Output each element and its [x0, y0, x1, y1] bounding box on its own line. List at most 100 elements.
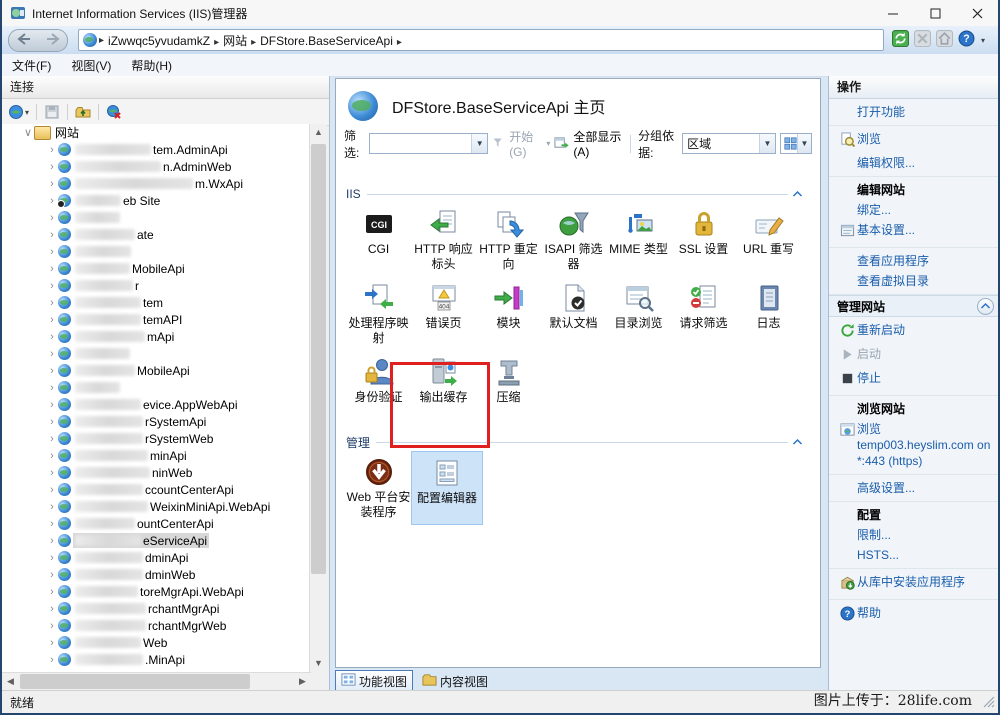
maximize-button[interactable]	[914, 0, 956, 26]
collapse-section-icon[interactable]	[788, 187, 806, 201]
action-label[interactable]: 查看虚拟目录	[857, 273, 929, 289]
expand-icon[interactable]: ›	[46, 280, 58, 292]
tree-site-item[interactable]: › dminApi	[2, 549, 311, 566]
show-all-button[interactable]: 全部显示(A)	[573, 128, 623, 159]
expand-icon[interactable]: ›	[46, 212, 58, 224]
feature-handler-mappings[interactable]: 处理程序映射	[346, 277, 411, 351]
action-label[interactable]: 基本设置...	[857, 222, 915, 238]
tab-content-view[interactable]: 内容视图	[417, 671, 493, 691]
restart-site-icon[interactable]	[892, 30, 909, 50]
action-link[interactable]: 限制...	[829, 525, 1000, 545]
expand-icon[interactable]: ›	[46, 603, 58, 615]
action-label[interactable]: 编辑权限...	[857, 155, 915, 171]
tree-site-item[interactable]: › evice.AppWebApi	[2, 396, 311, 413]
tree-site-item[interactable]: ›	[2, 243, 311, 260]
action-browse[interactable]: 浏览	[829, 129, 1000, 153]
tree-horizontal-scrollbar[interactable]: ◀ ▶	[2, 672, 311, 690]
action-label[interactable]: 停止	[857, 370, 881, 386]
expand-icon[interactable]: ›	[46, 178, 58, 190]
feature-authentication[interactable]: 身份验证	[346, 351, 411, 425]
tree-site-item[interactable]: › dminWeb	[2, 566, 311, 583]
tree-site-item[interactable]: › ninWeb	[2, 464, 311, 481]
feature-isapi-filters[interactable]: ISAPI 筛选器	[541, 203, 606, 277]
tree-vscroll-thumb[interactable]	[311, 144, 326, 574]
close-button[interactable]	[956, 0, 998, 26]
feature-http-response-headers[interactable]: HTTP 响应标头	[411, 203, 476, 277]
feature-output-caching[interactable]: 输出缓存	[411, 351, 476, 425]
breadcrumb-item[interactable]: DFStore.BaseServiceApi	[260, 34, 393, 48]
action-label[interactable]: 绑定...	[857, 202, 891, 218]
expand-icon[interactable]: ›	[46, 331, 58, 343]
expand-icon[interactable]: ›	[46, 246, 58, 258]
tree-site-item[interactable]: › tem.AdminApi	[2, 141, 311, 158]
group-by-combobox[interactable]: 区域▼	[682, 133, 776, 154]
tree-site-item[interactable]: › m.WxApi	[2, 175, 311, 192]
action-help[interactable]: ? 帮助	[829, 603, 1000, 627]
expand-icon[interactable]: ›	[46, 586, 58, 598]
expand-icon[interactable]: ›	[46, 535, 58, 547]
feature-directory-browsing[interactable]: 目录浏览	[606, 277, 671, 351]
group-by-dropdown-icon[interactable]: ▼	[759, 134, 775, 153]
feature-error-pages[interactable]: 404错误页	[411, 277, 476, 351]
expand-icon[interactable]: ›	[46, 348, 58, 360]
forward-button[interactable]	[46, 33, 60, 48]
feature-http-redirect[interactable]: HTTP 重定向	[476, 203, 541, 277]
tree-site-item[interactable]: › toreMgrApi.WebApi	[2, 583, 311, 600]
action-link[interactable]: 编辑权限...	[829, 153, 1000, 173]
action-link[interactable]: HSTS...	[829, 545, 1000, 565]
feature-default-document[interactable]: 默认文档	[541, 277, 606, 351]
action-label[interactable]: 打开功能	[857, 104, 905, 120]
action-label[interactable]: 限制...	[857, 527, 891, 543]
scroll-left-icon[interactable]: ◀	[2, 673, 19, 690]
tree-site-item[interactable]: › minApi	[2, 447, 311, 464]
tree-site-item[interactable]: › ccountCenterApi	[2, 481, 311, 498]
action-link[interactable]: 打开功能	[829, 102, 1000, 122]
tree-site-item[interactable]: › eServiceApi	[2, 532, 311, 549]
tree-site-item[interactable]: › MobileApi	[2, 362, 311, 379]
tree-site-item[interactable]: › r	[2, 277, 311, 294]
menu-item[interactable]: 视图(V)	[61, 57, 121, 74]
delete-connection-button[interactable]	[104, 103, 124, 121]
expand-icon[interactable]: ›	[46, 297, 58, 309]
action-label[interactable]: 帮助	[857, 605, 881, 621]
view-switch-button[interactable]: ▼	[780, 133, 812, 154]
tree-site-item[interactable]: › rchantMgrWeb	[2, 617, 311, 634]
go-dropdown-icon[interactable]: ▾	[546, 139, 550, 148]
tree-site-item[interactable]: › mApi	[2, 328, 311, 345]
tree-site-item[interactable]: › .MinApi	[2, 651, 311, 668]
menu-item[interactable]: 帮助(H)	[121, 57, 182, 74]
action-install[interactable]: 从库中安装应用程序	[829, 572, 1000, 596]
feature-mime-types[interactable]: MIME 类型	[606, 203, 671, 277]
tree-site-item[interactable]: ›	[2, 345, 311, 362]
feature-compression[interactable]: 压缩	[476, 351, 541, 425]
scroll-up-icon[interactable]: ▲	[310, 124, 327, 141]
tree-site-item[interactable]: › ountCenterApi	[2, 515, 311, 532]
tab-features-view[interactable]: 功能视图	[335, 670, 413, 692]
action-label[interactable]: 启动	[857, 346, 881, 362]
expand-icon[interactable]: ›	[46, 501, 58, 513]
scroll-down-icon[interactable]: ▼	[310, 655, 327, 672]
expand-icon[interactable]: ›	[46, 552, 58, 564]
feature-configuration-editor[interactable]: 配置编辑器	[411, 451, 483, 525]
breadcrumb-item[interactable]: 网站	[223, 34, 247, 48]
action-stop[interactable]: 停止	[829, 368, 1000, 392]
expand-icon[interactable]: ›	[46, 263, 58, 275]
filter-dropdown-icon[interactable]: ▼	[471, 134, 487, 153]
feature-web-platform-installer[interactable]: Web 平台安装程序	[346, 451, 411, 525]
tree-site-item[interactable]: › Web	[2, 634, 311, 651]
action-label[interactable]: 查看应用程序	[857, 253, 929, 269]
action-label[interactable]: 浏览	[857, 131, 881, 147]
feature-request-filtering[interactable]: 请求筛选	[671, 277, 736, 351]
action-label[interactable]: 浏览 temp003.heyslim.com on *:443 (https)	[857, 421, 996, 469]
tree-site-item[interactable]: › MobileApi	[2, 260, 311, 277]
action-browse-site[interactable]: 浏览 temp003.heyslim.com on *:443 (https)	[829, 419, 1000, 471]
action-label[interactable]: 重新启动	[857, 322, 905, 338]
help-dropdown-icon[interactable]: ▾	[981, 36, 985, 45]
action-label[interactable]: 从库中安装应用程序	[857, 574, 965, 590]
tree-site-item[interactable]: › rSystemApi	[2, 413, 311, 430]
expand-icon[interactable]: ›	[46, 433, 58, 445]
action-link[interactable]: 查看应用程序	[829, 251, 1000, 271]
address-breadcrumb-input[interactable]: ▸ iZwwqc5yvudamkZ▸网站▸DFStore.BaseService…	[78, 29, 884, 51]
action-basic-settings[interactable]: 基本设置...	[829, 220, 1000, 244]
tree-site-item[interactable]: ›	[2, 379, 311, 396]
